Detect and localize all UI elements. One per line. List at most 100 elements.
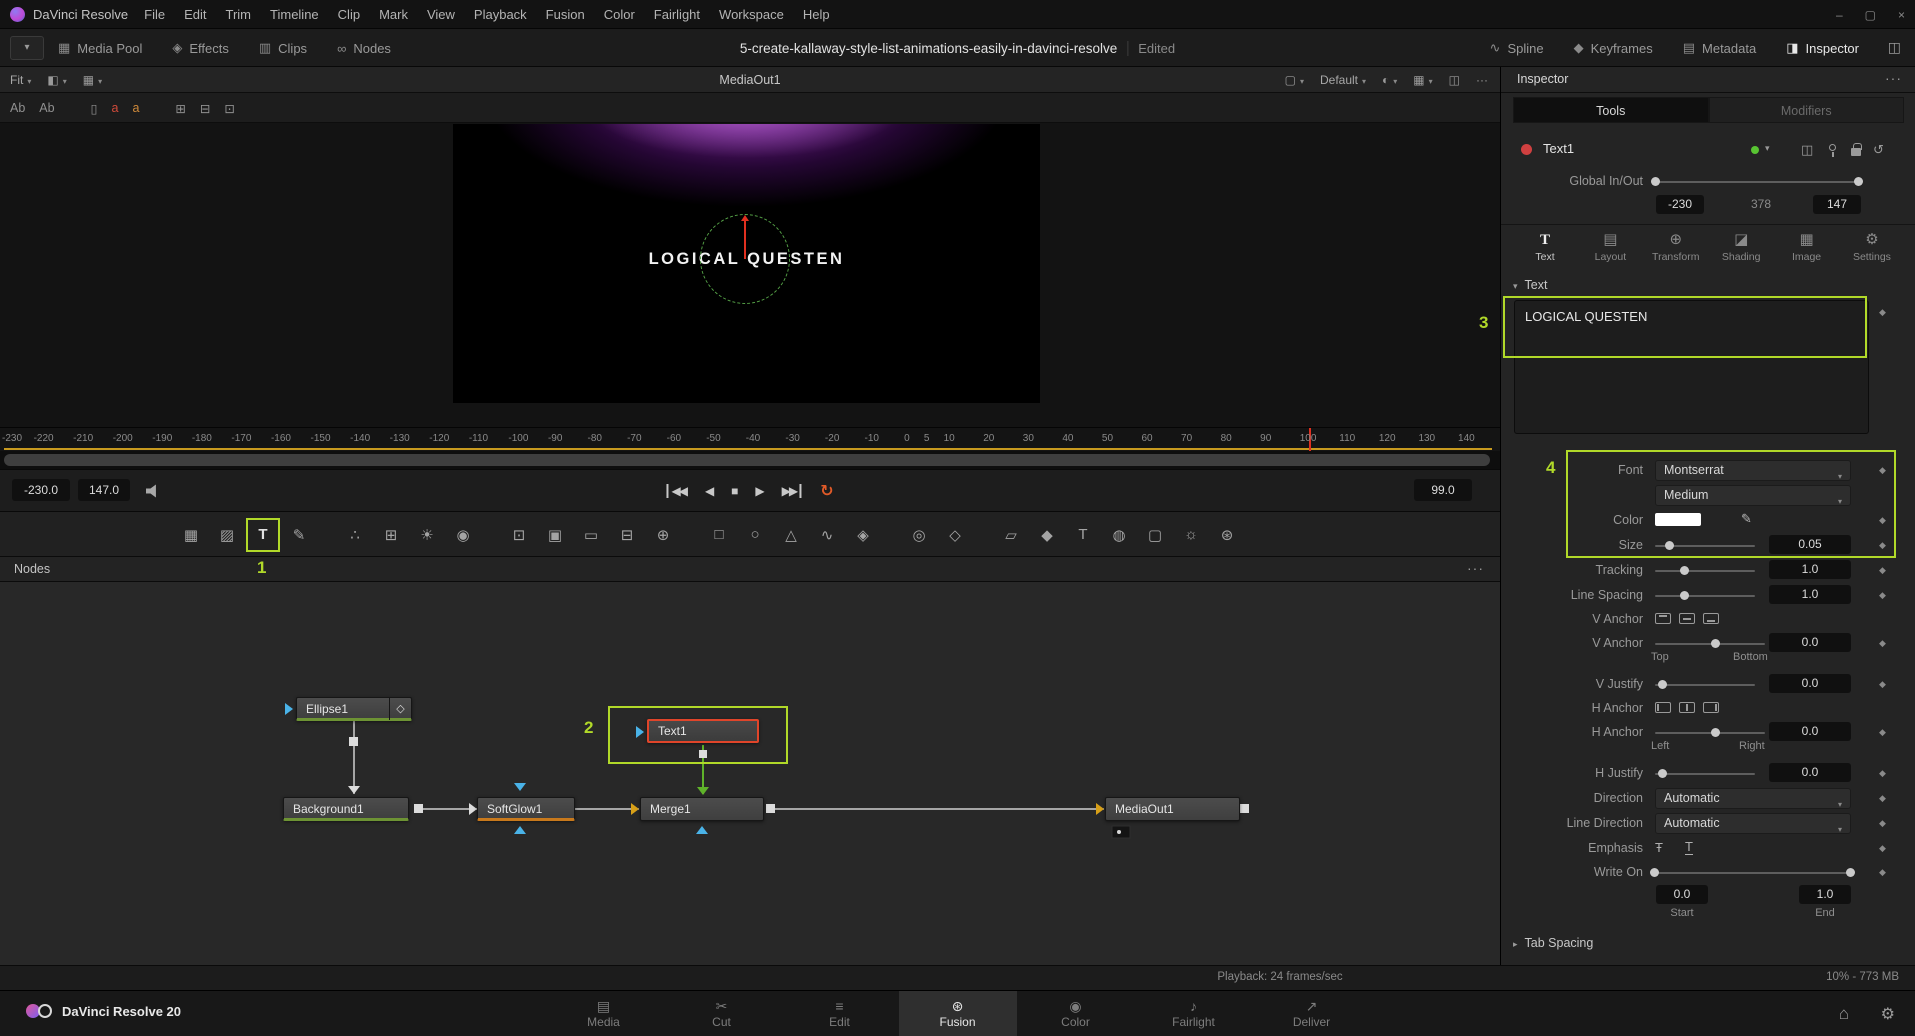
- bspline-tool-icon[interactable]: ∿: [814, 522, 840, 548]
- play-reverse-button[interactable]: ◀: [705, 484, 712, 498]
- text-section-header[interactable]: ▾Text: [1513, 278, 1547, 292]
- glow-tool-icon[interactable]: ☀: [414, 522, 440, 548]
- page-cut[interactable]: ✂Cut: [663, 991, 781, 1036]
- h-anchor-left-icon[interactable]: [1655, 702, 1671, 713]
- tab-image[interactable]: ▦Image: [1777, 229, 1837, 273]
- keyframe-diamond[interactable]: ◆: [1879, 768, 1886, 779]
- h-anchor-field[interactable]: 0.0: [1769, 722, 1851, 741]
- v-justify-field[interactable]: 0.0: [1769, 674, 1851, 693]
- tab-settings[interactable]: ⚙Settings: [1842, 229, 1902, 273]
- nodes-panel-menu-button[interactable]: ···: [1467, 560, 1484, 576]
- paint-tool-icon[interactable]: ✎: [286, 522, 312, 548]
- red-channel-icon[interactable]: a: [111, 101, 118, 115]
- tab-shading[interactable]: ◪Shading: [1711, 229, 1771, 273]
- reset-icon[interactable]: ↺: [1873, 142, 1884, 158]
- global-in-out-slider[interactable]: [1656, 181, 1859, 183]
- v-anchor-top-icon[interactable]: [1655, 613, 1671, 624]
- letterbox-tool-icon[interactable]: ▭: [578, 522, 604, 548]
- speaker-icon[interactable]: [146, 484, 162, 498]
- corner-pin-tool-icon[interactable]: ⊡: [506, 522, 532, 548]
- polygon-tool-icon[interactable]: △: [778, 522, 804, 548]
- menu-item-workspace[interactable]: Workspace: [719, 7, 784, 22]
- node-softglow1[interactable]: SoftGlow1: [477, 797, 575, 821]
- menu-item-edit[interactable]: Edit: [184, 7, 206, 22]
- inspector-menu-button[interactable]: ···: [1885, 70, 1902, 86]
- size-slider[interactable]: [1655, 545, 1755, 547]
- size-field[interactable]: 0.05: [1769, 535, 1851, 554]
- tab-text[interactable]: TText: [1515, 229, 1575, 273]
- line-direction-dropdown[interactable]: Automatic▾: [1655, 813, 1851, 834]
- menu-item-trim[interactable]: Trim: [226, 7, 252, 22]
- keyframes-button[interactable]: ◆Keyframes: [1574, 40, 1653, 56]
- keyframe-diamond[interactable]: ◆: [1879, 727, 1886, 738]
- alpha-channel-icon[interactable]: a: [132, 101, 139, 115]
- camera-3d-tool-icon[interactable]: ▢: [1142, 522, 1168, 548]
- tracking-field[interactable]: 1.0: [1769, 560, 1851, 579]
- media-pool-view-toggle[interactable]: ▾: [10, 36, 44, 60]
- go-to-last-frame-button[interactable]: ▶▶: [782, 484, 801, 498]
- page-media[interactable]: ▤Media: [545, 991, 663, 1036]
- ab-wipe-icon[interactable]: Ab: [39, 101, 54, 115]
- safe-area-icon[interactable]: ⊟: [200, 101, 210, 116]
- keyframe-diamond[interactable]: ◆: [1879, 867, 1886, 878]
- lock-icon[interactable]: [1851, 148, 1861, 156]
- v-anchor-slider[interactable]: [1655, 643, 1765, 645]
- menu-item-fusion[interactable]: Fusion: [546, 7, 585, 22]
- tab-spacing-section-header[interactable]: ▸Tab Spacing: [1513, 936, 1593, 950]
- menu-item-view[interactable]: View: [427, 7, 455, 22]
- viewer-option-dropdown[interactable]: ▢▾: [1285, 73, 1304, 87]
- color-display-dropdown[interactable]: ◐▾: [1382, 73, 1397, 87]
- keyframe-diamond[interactable]: ◆: [1879, 818, 1886, 829]
- timeline-ruler[interactable]: -230-220-210-200-190-180-170-160-150-140…: [0, 427, 1500, 451]
- light-3d-tool-icon[interactable]: ☼: [1178, 522, 1204, 548]
- image-plane-3d-tool-icon[interactable]: ▱: [998, 522, 1024, 548]
- metadata-button[interactable]: ▤Metadata: [1683, 40, 1757, 56]
- node-merge1[interactable]: Merge1: [640, 797, 764, 821]
- h-anchor-right-icon[interactable]: [1703, 702, 1719, 713]
- ab-compare-icon[interactable]: Ab: [10, 101, 25, 115]
- stop-button[interactable]: ■: [731, 484, 736, 498]
- page-edit[interactable]: ≡Edit: [781, 991, 899, 1036]
- tab-layout[interactable]: ▤Layout: [1580, 229, 1640, 273]
- menu-item-file[interactable]: File: [144, 7, 165, 22]
- keyframe-diamond[interactable]: ◆: [1879, 638, 1886, 649]
- keyframe-diamond[interactable]: ◆: [1879, 590, 1886, 601]
- merge-3d-tool-icon[interactable]: ◍: [1106, 522, 1132, 548]
- page-fairlight[interactable]: ♪Fairlight: [1135, 991, 1253, 1036]
- node-background1[interactable]: Background1: [283, 797, 409, 821]
- tab-tools[interactable]: Tools: [1513, 97, 1709, 123]
- particles-tool-icon[interactable]: ∴: [342, 522, 368, 548]
- chevron-down-icon[interactable]: ▾: [1765, 143, 1770, 154]
- strikethrough-icon[interactable]: Ŧ: [1655, 840, 1663, 855]
- node-text1[interactable]: Text1: [647, 719, 759, 743]
- keyframe-diamond[interactable]: ◆: [1879, 565, 1886, 576]
- clips-button[interactable]: ▥Clips: [259, 40, 307, 56]
- settings-gear-icon[interactable]: ⚙: [1881, 1004, 1895, 1024]
- rectangle-tool-icon[interactable]: □: [706, 522, 732, 548]
- line-spacing-slider[interactable]: [1655, 595, 1755, 597]
- in-point-field[interactable]: -230.0: [12, 479, 70, 501]
- text-3d-tool-icon[interactable]: T: [1070, 522, 1096, 548]
- node-graph[interactable]: Ellipse1 ◇ Background1 SoftGlow1 Merge1 …: [0, 582, 1500, 965]
- angle-handle[interactable]: [744, 217, 746, 259]
- node-mediaout1[interactable]: MediaOut1: [1105, 797, 1240, 821]
- crop-tool-icon[interactable]: ▣: [542, 522, 568, 548]
- magic-mask-tool-icon[interactable]: ◈: [850, 522, 876, 548]
- timeline-scrollbar[interactable]: [4, 454, 1490, 466]
- color-swatch[interactable]: [1655, 513, 1701, 526]
- menu-item-playback[interactable]: Playback: [474, 7, 527, 22]
- merge-tool-icon[interactable]: ⊟: [614, 522, 640, 548]
- tracker-tool-icon[interactable]: ◎: [906, 522, 932, 548]
- background-tool-icon[interactable]: ▦: [178, 522, 204, 548]
- renderer-3d-tool-icon[interactable]: ⊛: [1214, 522, 1240, 548]
- keyframe-diamond[interactable]: ◆: [1879, 515, 1886, 526]
- float-window-icon[interactable]: ◫: [1801, 142, 1813, 158]
- font-family-dropdown[interactable]: Montserrat▾: [1655, 460, 1851, 481]
- write-on-end-field[interactable]: 1.0: [1799, 885, 1851, 904]
- v-anchor-middle-icon[interactable]: [1679, 613, 1695, 624]
- font-style-dropdown[interactable]: Medium▾: [1655, 485, 1851, 506]
- tab-transform[interactable]: ⊕Transform: [1646, 229, 1706, 273]
- grid-dropdown[interactable]: ▦▾: [1413, 73, 1432, 87]
- effects-button[interactable]: ◈Effects: [172, 40, 229, 56]
- tracking-slider[interactable]: [1655, 570, 1755, 572]
